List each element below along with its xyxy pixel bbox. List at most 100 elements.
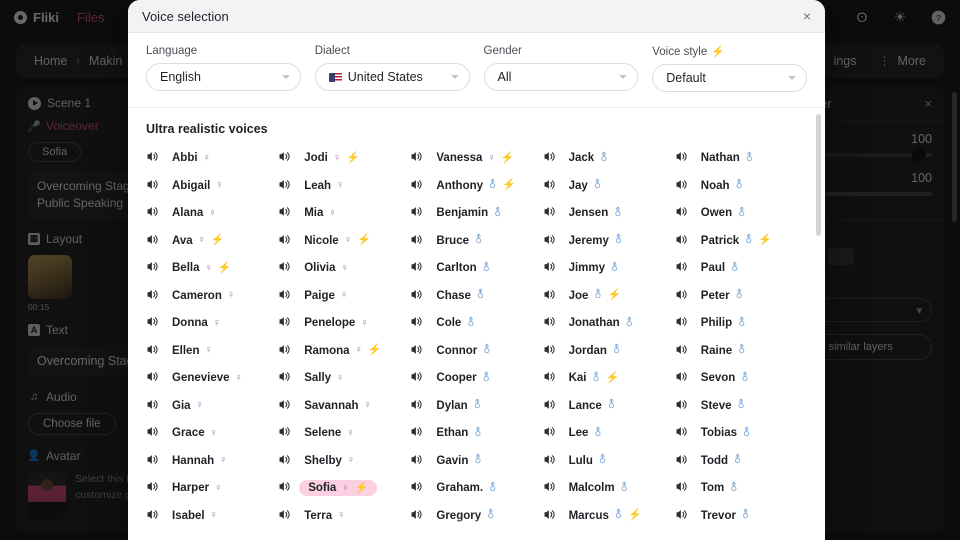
speaker-icon[interactable] [146,425,159,441]
voice-item[interactable]: Shelby ♀ [278,452,410,470]
voice-item[interactable]: Harrison⚨ [410,534,542,540]
speaker-icon[interactable] [146,535,159,540]
voice-name[interactable]: Jodi ♀ ⚡ [299,150,365,166]
voice-name[interactable]: Tom ⚨ [696,480,744,496]
voice-item[interactable]: Steve ⚨ [675,397,807,415]
speaker-icon[interactable] [278,480,291,496]
voice-name[interactable]: Tilda♀ [299,535,349,540]
voice-item[interactable]: Genevieve ♀ [146,369,278,387]
voice-item[interactable]: Isabel ♀ [146,507,278,525]
speaker-icon[interactable] [278,233,291,249]
speaker-icon[interactable] [675,233,688,249]
speaker-icon[interactable] [543,150,556,166]
speaker-icon[interactable] [410,535,423,540]
speaker-icon[interactable] [278,288,291,304]
voice-name[interactable]: Steve ⚨ [696,398,751,414]
speaker-icon[interactable] [410,150,423,166]
voice-item[interactable]: Nathan ⚨ [675,149,807,167]
voice-name[interactable]: Philip ⚨ [696,315,752,331]
voice-item[interactable]: Connor ⚨ [410,342,542,360]
speaker-icon[interactable] [410,508,423,524]
voice-item[interactable]: Cameron ♀ [146,287,278,305]
voice-item[interactable]: Jodi ♀ ⚡ [278,149,410,167]
voice-item[interactable]: Jimmy ⚨ [543,259,675,277]
speaker-icon[interactable] [410,288,423,304]
voice-item[interactable]: Dylan ⚨ [410,397,542,415]
voice-item[interactable]: Chase ⚨ [410,287,542,305]
speaker-icon[interactable] [675,260,688,276]
speaker-icon[interactable] [543,178,556,194]
voice-name[interactable]: Ava ♀ ⚡ [167,233,230,249]
voice-item[interactable]: Terra ♀ [278,507,410,525]
voice-item[interactable]: Abbi ♀ [146,149,278,167]
voice-item[interactable]: Graham. ⚨ [410,479,542,497]
voice-name[interactable]: Lulu ⚨ [564,453,613,469]
speaker-icon[interactable] [278,343,291,359]
voice-name[interactable]: Paige ♀ [299,288,353,304]
voice-name[interactable]: Peter ⚨ [696,288,749,304]
voice-name[interactable]: Ramona ♀ ⚡ [299,343,386,359]
speaker-icon[interactable] [543,508,556,524]
voice-name[interactable]: Mia ♀ [299,205,341,221]
voice-item[interactable]: Benjamin ⚨ [410,204,542,222]
voice-item[interactable]: Ethan ⚨ [410,424,542,442]
voice-name[interactable]: Harper ♀ [167,480,227,496]
voice-name[interactable]: Gavin ⚨ [431,453,487,469]
voice-name[interactable]: Leah ♀ [299,178,349,194]
voice-item[interactable]: Kai ⚨ ⚡ [543,369,675,387]
speaker-icon[interactable] [543,260,556,276]
voice-name[interactable]: Olivia ♀ [299,260,354,276]
speaker-icon[interactable] [675,178,688,194]
voice-item[interactable]: Grace ♀ [146,424,278,442]
speaker-icon[interactable] [278,535,291,540]
voice-item[interactable]: Ava ♀ ⚡ [146,232,278,250]
speaker-icon[interactable] [543,535,556,540]
speaker-icon[interactable] [146,260,159,276]
filter-language-select[interactable]: English [146,63,301,91]
speaker-icon[interactable] [675,480,688,496]
voice-name[interactable]: Bella ♀ ⚡ [167,260,236,276]
voice-item[interactable]: Anthony ⚨ ⚡ [410,177,542,195]
speaker-icon[interactable] [675,535,688,540]
speaker-icon[interactable] [278,398,291,414]
voice-name[interactable]: Paul ⚨ [696,260,745,276]
voice-item[interactable]: Jordan ⚨ [543,342,675,360]
speaker-icon[interactable] [675,398,688,414]
speaker-icon[interactable] [543,233,556,249]
speaker-icon[interactable] [146,315,159,331]
voice-name[interactable]: Cooper ⚨ [431,370,495,386]
voice-item[interactable]: Malcolm ⚨ [543,479,675,497]
voice-name[interactable]: Dylan ⚨ [431,398,487,414]
speaker-icon[interactable] [410,343,423,359]
voice-item[interactable]: Lee ⚨ [543,424,675,442]
speaker-icon[interactable] [410,453,423,469]
voice-name[interactable]: Marcus ⚨ ⚡ [564,508,647,524]
voice-item[interactable]: Cooper ⚨ [410,369,542,387]
voice-name[interactable]: Nicole ♀ ⚡ [299,233,375,249]
voice-name[interactable]: Abbi ♀ [167,150,216,166]
voice-list-scrollbar[interactable] [816,114,821,236]
filter-dialect-select[interactable]: United States [314,63,470,91]
voice-item[interactable]: Hannah ♀ [146,452,278,470]
voice-name[interactable]: Jonathan ⚨ [564,315,639,331]
voice-name[interactable]: Chase ⚨ [431,288,490,304]
voice-item[interactable]: Owen ⚨ [675,204,807,222]
speaker-icon[interactable] [675,370,688,386]
speaker-icon[interactable] [410,370,423,386]
voice-item[interactable]: Patrick ⚨ ⚡ [675,232,807,250]
speaker-icon[interactable] [146,288,159,304]
filter-voice-style-select[interactable]: Default [652,64,807,92]
voice-name[interactable]: Jordan ⚨ [564,343,627,359]
speaker-icon[interactable] [543,288,556,304]
voice-name[interactable]: Cole ⚨ [431,315,480,331]
speaker-icon[interactable] [675,453,688,469]
voice-item[interactable]: Peter ⚨ [675,287,807,305]
voice-name[interactable]: Savannah ♀ [299,398,377,414]
voice-name[interactable]: Jensen ⚨ [564,205,628,221]
speaker-icon[interactable] [543,315,556,331]
voice-name[interactable]: Jimmy ⚨ [564,260,625,276]
voice-item[interactable]: Joe ⚨ ⚡ [543,287,675,305]
voice-name[interactable]: Shelby ♀ [299,453,360,469]
voice-name[interactable]: Trevor ⚨ [696,508,755,524]
voice-name[interactable]: Kai ⚨ ⚡ [564,370,625,386]
